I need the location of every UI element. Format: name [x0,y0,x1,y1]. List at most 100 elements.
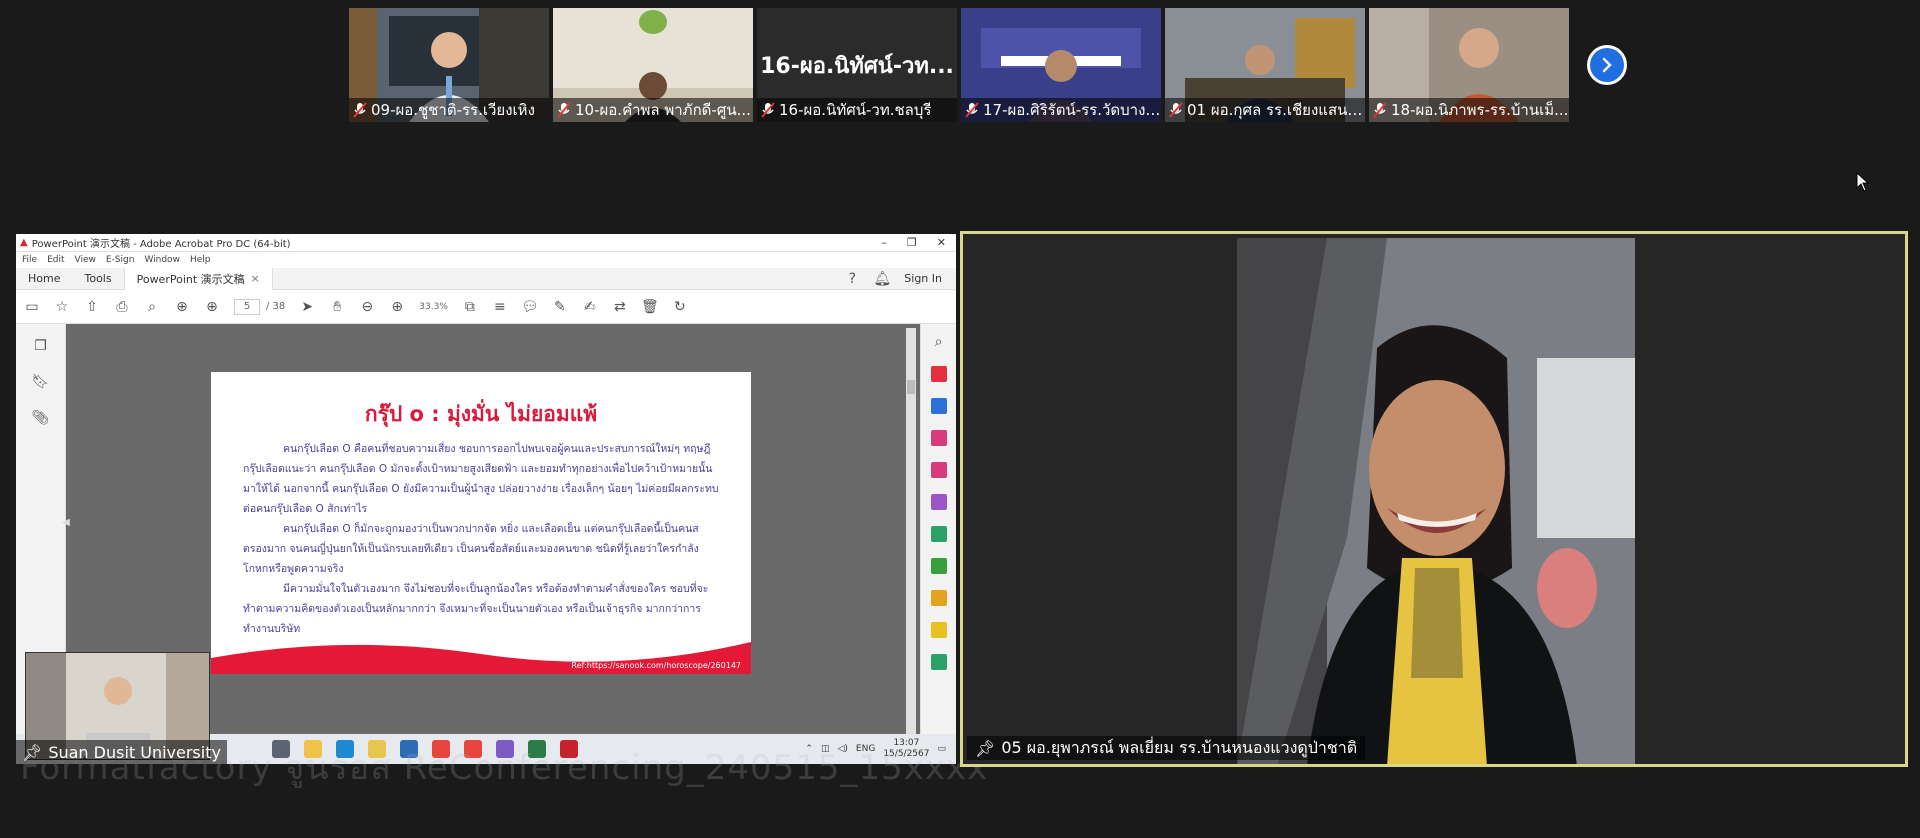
tab-document-label: PowerPoint 演示文稿 [136,272,245,286]
sign-icon[interactable]: ✍︎ [582,299,598,315]
mic-muted-icon [761,102,775,118]
right-tools-rail: ⌕ [920,324,956,764]
redo-icon[interactable]: ↻ [672,299,688,315]
mic-muted-icon [1373,102,1387,118]
participant-name: 01 ผอ.กุศล รร.เชียงแสนวิ... [1187,101,1365,119]
page-down-icon[interactable]: ⊕ [204,299,220,315]
participant-gallery: 09-ผอ.ชูชาติ-รร.เวียงเหิง 10-ผอ.คำพล พาภ… [349,8,1569,122]
chevron-right-icon [1590,48,1624,82]
mic-muted-icon [353,102,367,118]
page-up-icon[interactable]: ⊕ [174,299,190,315]
search-icon[interactable]: ⌕ [144,299,160,315]
participant-video-off-name: 16-ผอ.นิทัศน์-วท... [760,54,954,79]
scroll-mode-icon[interactable]: ≡ [492,299,508,315]
attachment-icon[interactable]: 📎︎ [32,410,50,426]
page-indicator: 5 / 38 [234,298,286,315]
scrollbar-thumb[interactable] [907,380,915,394]
participant-name: 10-ผอ.คำพล พาภักดี-ศูน... [575,101,751,119]
mic-muted-icon [557,102,571,118]
star-icon[interactable]: ☆ [54,299,70,315]
pin-icon: 📌︎ [22,742,43,762]
share-icon[interactable]: ⇄ [612,299,628,315]
save-icon[interactable]: ▭ [24,299,40,315]
tab-home[interactable]: Home [16,268,72,290]
combine-icon[interactable] [930,526,947,542]
zoom-out-icon[interactable]: ⊖ [359,299,375,315]
bell-icon[interactable]: 🔔︎ [873,271,891,287]
mouse-cursor-icon [1856,171,1870,196]
excel-export-icon[interactable] [930,558,947,574]
document-scrollbar[interactable] [906,328,916,734]
tab-tools[interactable]: Tools [72,268,123,290]
zoom-level[interactable]: 33.3% [419,302,448,312]
speaker-caption: 📌︎ 05 ผอ.ยุพาภรณ์ พลเยี่ยม รร.บ้านหนองแว… [967,736,1366,760]
sign-in-button[interactable]: Sign In [904,272,942,285]
speaker-name: 05 ผอ.ยุพาภรณ์ พลเยี่ยม รร.บ้านหนองแวงดู… [1001,737,1358,757]
participant-tile[interactable]: 16-ผอ.นิทัศน์-วท... 16-ผอ.นิทัศน์-วท.ชลบ… [757,8,957,122]
gallery-next-button[interactable] [1587,45,1627,85]
share-caption: 📌︎ Suan Dusit University [16,740,227,764]
tab-close-icon[interactable]: × [251,272,260,285]
menu-esign[interactable]: E-Sign [106,255,135,265]
menu-help[interactable]: Help [190,255,211,265]
fill-sign-icon[interactable] [930,494,947,510]
pages-icon[interactable]: ❐ [33,338,49,354]
menu-file[interactable]: File [22,255,37,265]
menu-view[interactable]: View [75,255,96,265]
share-caption-name: Suan Dusit University [48,742,221,762]
participant-tile[interactable]: 10-ผอ.คำพล พาภักดี-ศูน... [553,8,753,122]
zoom-in-icon[interactable]: ⊕ [389,299,405,315]
select-cursor-icon[interactable]: ➤ [299,299,315,315]
slide-body: คนกรุ๊ปเลือด O คือคนที่ชอบความเสี่ยง ชอบ… [211,431,751,639]
print-icon[interactable]: ⎙ [114,299,130,315]
stamp-icon[interactable] [930,622,947,638]
acrobat-menu-bar: File Edit View E-Sign Window Help [16,252,956,268]
trash-icon[interactable]: 🗑︎ [641,299,659,315]
fit-page-icon[interactable]: ⧉ [462,299,478,315]
participant-name: 18-ผอ.นิภาพร-รร.บ้านเม็... [1391,101,1569,119]
menu-edit[interactable]: Edit [47,255,64,265]
organize-icon[interactable] [930,462,947,478]
acrobat-window-title: PowerPoint 演示文稿 - Adobe Acrobat Pro DC (… [31,239,291,250]
acrobat-toolbar: ▭ ☆ ⇧ ⎙ ⌕ ⊕ ⊕ 5 / 38 ➤ ✋︎ ⊖ ⊕ 33.3% ⧉ ≡ … [16,290,956,324]
zoom-tool-icon[interactable]: ⌕ [931,334,947,350]
tab-document[interactable]: PowerPoint 演示文稿 × [123,267,273,290]
maximize-icon[interactable]: ❐ [907,236,917,249]
participant-name: 16-ผอ.นิทัศน์-วท.ชลบุรี [779,101,932,119]
slide-paragraph: คนกรุ๊ปเลือด O คือคนที่ชอบความเสี่ยง ชอบ… [243,443,719,515]
collapse-left-icon[interactable]: ◀ [58,514,74,530]
participant-tile[interactable]: 18-ผอ.นิภาพร-รร.บ้านเม็... [1369,8,1569,122]
close-icon[interactable]: ✕ [937,236,946,249]
participant-tile[interactable]: 09-ผอ.ชูชาติ-รร.เวียงเหิง [349,8,549,122]
protect-icon[interactable] [930,654,947,670]
participant-name: 09-ผอ.ชูชาติ-รร.เวียงเหิง [371,101,535,119]
pen-icon[interactable]: ✎ [552,299,568,315]
participant-tile[interactable]: 01 ผอ.กุศล รร.เชียงแสนวิ... [1165,8,1365,122]
participant-tile[interactable]: 17-ผอ.ศิริรัตน์-รร.วัดบางปิ... [961,8,1161,122]
minimize-icon[interactable]: – [881,236,887,249]
export-pdf-icon[interactable] [930,366,947,382]
upload-icon[interactable]: ⇧ [84,299,100,315]
participant-caption: 17-ผอ.ศิริรัตน์-รร.วัดบางปิ... [961,98,1161,122]
active-speaker-video [1237,238,1635,764]
pin-icon: 📌︎ [975,738,996,758]
bookmark-icon[interactable]: 🔖︎ [32,374,50,390]
participant-caption: 01 ผอ.กุศล รร.เชียงแสนวิ... [1165,98,1365,122]
slide-source: Ref:https://sanook.com/horoscope/260147 [571,661,741,670]
window-controls: – ❐ ✕ [881,236,956,249]
speaker-scene [1237,238,1635,764]
acrobat-title-bar: ▲ PowerPoint 演示文稿 - Adobe Acrobat Pro DC… [16,234,956,252]
comment-tool-icon[interactable] [930,590,947,606]
create-pdf-icon[interactable] [930,398,947,414]
active-speaker-tile[interactable]: 📌︎ 05 ผอ.ยุพาภรณ์ พลเยี่ยม รร.บ้านหนองแว… [960,231,1908,767]
page-number-input[interactable]: 5 [234,298,260,315]
mic-muted-icon [1169,102,1183,118]
menu-window[interactable]: Window [144,255,180,265]
comment-icon[interactable]: 💬︎ [521,299,539,315]
page-total: / 38 [266,301,286,312]
hand-icon[interactable]: ✋︎ [329,299,345,315]
acrobat-logo-icon: ▲ [20,237,28,248]
edit-pdf-icon[interactable] [930,430,947,446]
help-icon[interactable]: ? [844,271,860,287]
participant-name: 17-ผอ.ศิริรัตน์-รร.วัดบางปิ... [983,101,1161,119]
